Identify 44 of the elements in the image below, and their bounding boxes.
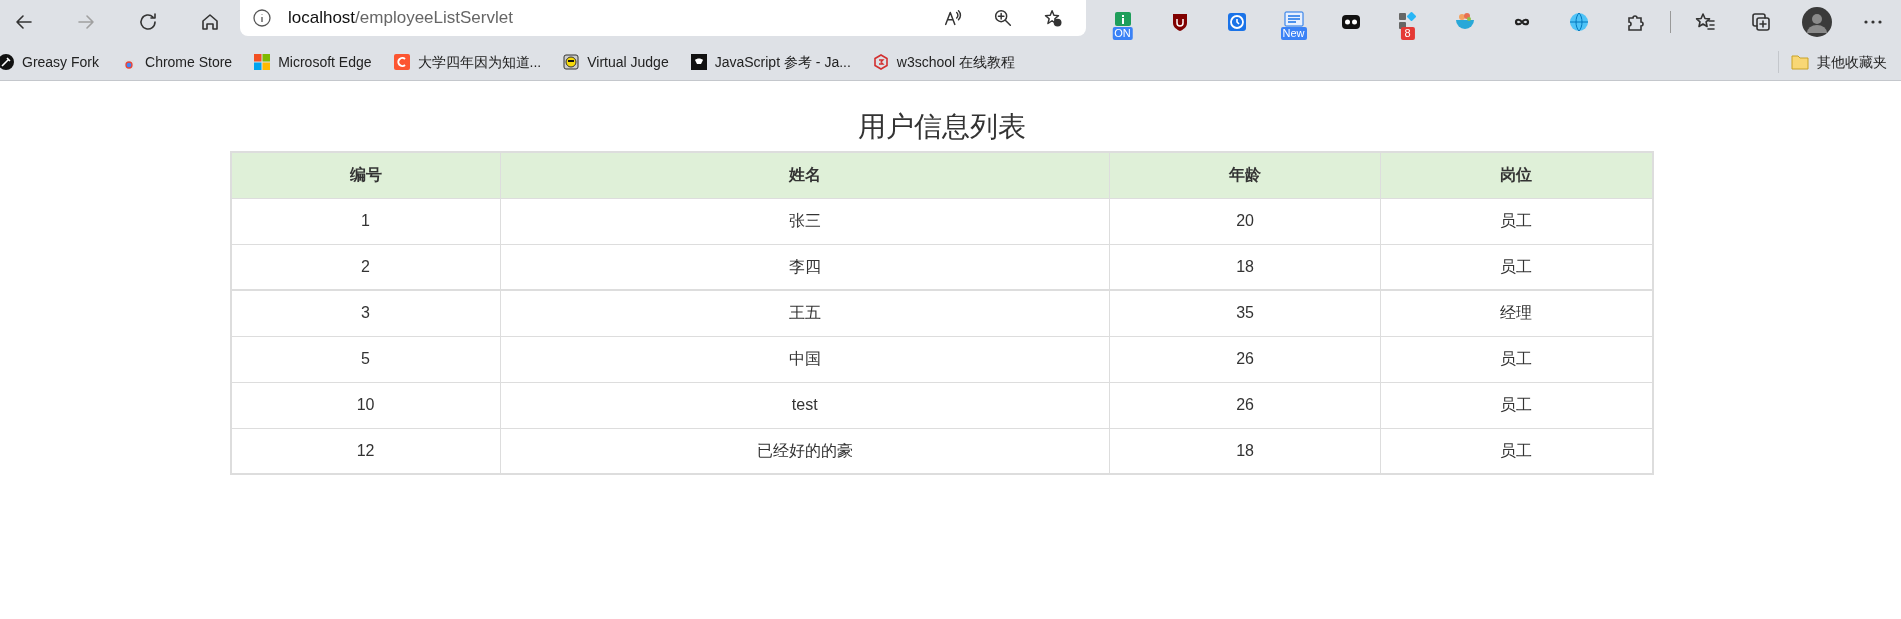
more-icon bbox=[1864, 20, 1882, 24]
avatar bbox=[1802, 7, 1832, 37]
windows-logo-icon bbox=[254, 54, 271, 70]
table-cell: 10 bbox=[230, 382, 501, 428]
table-cell: 王五 bbox=[500, 290, 1110, 336]
table-cell: 5 bbox=[230, 336, 501, 382]
wrench-icon bbox=[0, 54, 14, 70]
table-cell: 张三 bbox=[500, 198, 1110, 244]
url-text: localhost/employeeListServlet bbox=[288, 7, 513, 30]
bookmark[interactable]: Microsoft Edge bbox=[254, 51, 372, 73]
other-favorites-folder[interactable]: 其他收藏夹 bbox=[1791, 51, 1887, 73]
table-cell: 35 bbox=[1109, 290, 1381, 336]
table-cell: 20 bbox=[1109, 198, 1381, 244]
column-header: 编号 bbox=[230, 152, 501, 198]
badge: 8 bbox=[1400, 27, 1415, 40]
table-cell: test bbox=[500, 382, 1110, 428]
table-cell: 26 bbox=[1109, 336, 1381, 382]
info-icon bbox=[252, 8, 272, 28]
badge: ON bbox=[1112, 27, 1133, 40]
collections-icon bbox=[1749, 10, 1773, 34]
extension-button[interactable]: ON bbox=[1094, 4, 1151, 40]
page-title: 用户信息列表 bbox=[857, 110, 1026, 144]
table-cell: 26 bbox=[1109, 382, 1381, 428]
bookmark[interactable]: JavaScript 参考 - Ja... bbox=[690, 51, 851, 73]
hexagon-logo-icon bbox=[872, 54, 889, 70]
table-cell: 3 bbox=[230, 290, 501, 336]
column-header: 姓名 bbox=[500, 152, 1110, 198]
badge: New bbox=[1280, 27, 1307, 40]
smiley-icon bbox=[563, 54, 580, 70]
bookmark[interactable]: Greasy Fork bbox=[0, 51, 99, 73]
bookmark[interactable]: Chrome Store bbox=[121, 51, 233, 73]
folder-icon bbox=[1791, 54, 1809, 70]
extension-button[interactable]: 8 bbox=[1379, 4, 1436, 40]
extension-button[interactable]: New bbox=[1265, 4, 1322, 40]
c-logo-icon bbox=[393, 54, 410, 70]
column-header: 年龄 bbox=[1109, 152, 1381, 198]
zoom-icon bbox=[992, 7, 1014, 29]
table-cell: 中国 bbox=[500, 336, 1110, 382]
bookmark[interactable]: w3school 在线教程 bbox=[872, 51, 1016, 73]
favorite-add-icon bbox=[1042, 7, 1064, 29]
table-cell: 1 bbox=[230, 198, 501, 244]
bookmark[interactable]: Virtual Judge bbox=[563, 51, 669, 73]
bookmark[interactable]: 大学四年因为知道... bbox=[393, 51, 542, 73]
address-bar[interactable]: localhost/employeeListServlet bbox=[240, 0, 1086, 36]
